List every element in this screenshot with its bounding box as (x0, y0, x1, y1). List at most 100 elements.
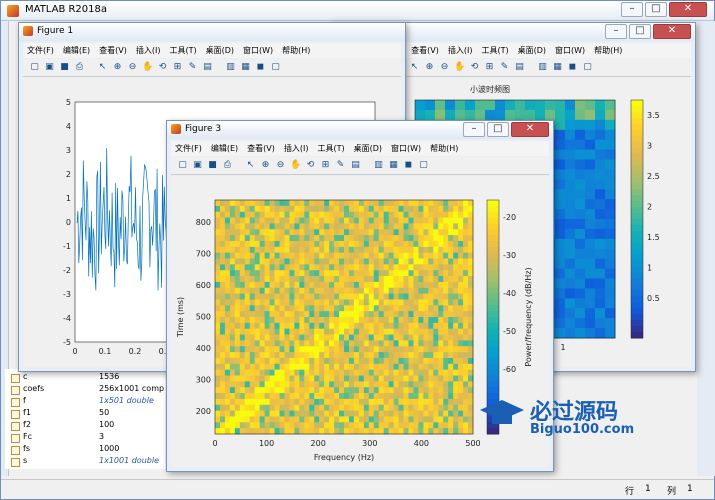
fig3-close-button[interactable]: ✕ (511, 122, 549, 137)
spectrogram-cell (378, 200, 385, 207)
rotate-icon[interactable]: ⟲ (305, 160, 316, 171)
save-icon[interactable]: ■ (59, 62, 70, 73)
link-icon[interactable]: ▤ (514, 62, 525, 73)
spectrogram-cell (448, 393, 454, 400)
fig1-ytick: -3 (63, 290, 71, 299)
link-icon[interactable]: ▤ (202, 62, 213, 73)
brush-icon[interactable]: ✎ (187, 62, 198, 73)
menu-item-2[interactable]: 查看(V) (411, 43, 439, 58)
menu-item-4[interactable]: 工具(T) (481, 43, 508, 58)
rotate-icon[interactable]: ⟲ (157, 62, 168, 73)
workspace-row[interactable]: s 1x1001 double (5, 456, 165, 469)
legend-icon[interactable]: ▦ (552, 62, 563, 73)
legend-icon[interactable]: ▦ (240, 62, 251, 73)
fig3-maximize-button[interactable]: □ (487, 122, 509, 137)
wavelet-cell (565, 209, 576, 220)
colorbar-icon[interactable]: ▥ (373, 160, 384, 171)
menu-item-2[interactable]: 查看(V) (99, 43, 127, 58)
save-icon[interactable]: ■ (207, 160, 218, 171)
menu-item-5[interactable]: 桌面(D) (518, 43, 546, 58)
menu-item-6[interactable]: 窗口(W) (555, 43, 585, 58)
menu-item-1[interactable]: 编辑(E) (211, 141, 238, 156)
menu-item-4[interactable]: 工具(T) (317, 141, 344, 156)
spectrogram-cell (339, 346, 345, 353)
pointer-icon[interactable]: ↖ (245, 160, 256, 171)
print-icon[interactable]: ⎙ (74, 62, 85, 73)
spectrogram-cell (259, 276, 266, 283)
hide-icon[interactable]: ◼ (255, 62, 266, 73)
legend-icon[interactable]: ▦ (388, 160, 399, 171)
menu-item-6[interactable]: 窗口(W) (243, 43, 273, 58)
open-icon[interactable]: ▣ (192, 160, 203, 171)
zoom-out-icon[interactable]: ⊖ (127, 62, 138, 73)
dock-icon[interactable]: ▢ (582, 62, 593, 73)
menu-item-5[interactable]: 桌面(D) (206, 43, 234, 58)
close-button[interactable]: ✕ (669, 2, 707, 17)
fig2-minimize-button[interactable]: – (605, 24, 627, 39)
menu-item-7[interactable]: 帮助(H) (282, 43, 310, 58)
spectrogram-cell (373, 317, 380, 324)
datacursor-icon[interactable]: ⊞ (320, 160, 331, 171)
colorbar-icon[interactable]: ▥ (537, 62, 548, 73)
colorbar-icon[interactable]: ▥ (225, 62, 236, 73)
menu-item-0[interactable]: 文件(F) (27, 43, 54, 58)
menu-item-3[interactable]: 插入(I) (448, 43, 473, 58)
zoom-in-icon[interactable]: ⊕ (112, 62, 123, 73)
menu-item-6[interactable]: 窗口(W) (391, 141, 421, 156)
brush-icon[interactable]: ✎ (499, 62, 510, 73)
pointer-icon[interactable]: ↖ (409, 62, 420, 73)
spectrogram-cell (408, 240, 414, 248)
hide-icon[interactable]: ◼ (567, 62, 578, 73)
spectrogram-cell (403, 317, 409, 324)
menu-item-3[interactable]: 插入(I) (284, 141, 309, 156)
menu-item-7[interactable]: 帮助(H) (594, 43, 622, 58)
menu-item-5[interactable]: 桌面(D) (354, 141, 382, 156)
pan-icon[interactable]: ✋ (454, 62, 465, 73)
fig2-maximize-button[interactable]: □ (629, 24, 651, 39)
zoom-in-icon[interactable]: ⊕ (260, 160, 271, 171)
zoom-out-icon[interactable]: ⊖ (439, 62, 450, 73)
datacursor-icon[interactable]: ⊞ (484, 62, 495, 73)
spectrogram-cell (403, 281, 409, 289)
spectrogram-cell (443, 281, 449, 289)
pan-icon[interactable]: ✋ (142, 62, 153, 73)
spectrogram-cell (463, 258, 469, 265)
fig3-minimize-button[interactable]: – (463, 122, 485, 137)
brush-icon[interactable]: ✎ (335, 160, 346, 171)
spectrogram-cell (314, 428, 320, 435)
menu-item-3[interactable]: 插入(I) (136, 43, 161, 58)
dock-icon[interactable]: ▢ (418, 160, 429, 171)
spectrogram-cell (443, 428, 449, 435)
zoom-out-icon[interactable]: ⊖ (275, 160, 286, 171)
menu-item-2[interactable]: 查看(V) (247, 141, 275, 156)
spectrogram-cell (215, 387, 221, 394)
datacursor-icon[interactable]: ⊞ (172, 62, 183, 73)
spectrogram-cell (408, 363, 414, 371)
workspace-panel[interactable]: c 1536 coefs 256x1001 comp f 1x501 double f1 50… (5, 369, 165, 469)
link-icon[interactable]: ▤ (350, 160, 361, 171)
spectrogram-cell (353, 299, 360, 306)
new-icon[interactable]: ▢ (177, 160, 188, 171)
spectrogram-cell (264, 229, 270, 236)
new-icon[interactable]: ▢ (29, 62, 40, 73)
pan-icon[interactable]: ✋ (290, 160, 301, 171)
hide-icon[interactable]: ◼ (403, 160, 414, 171)
menu-item-4[interactable]: 工具(T) (169, 43, 196, 58)
print-icon[interactable]: ⎙ (222, 160, 233, 171)
menu-item-1[interactable]: 编辑(E) (63, 43, 90, 58)
menu-item-7[interactable]: 帮助(H) (430, 141, 458, 156)
rotate-icon[interactable]: ⟲ (469, 62, 480, 73)
menu-item-0[interactable]: 文件(F) (175, 141, 202, 156)
fig2-close-button[interactable]: ✕ (653, 24, 691, 39)
spectrogram-cell (249, 281, 256, 289)
spectrogram-cell (249, 217, 256, 224)
open-icon[interactable]: ▣ (44, 62, 55, 73)
spectrogram-cell (378, 264, 385, 271)
zoom-in-icon[interactable]: ⊕ (424, 62, 435, 73)
dock-icon[interactable]: ▢ (270, 62, 281, 73)
minimize-button[interactable]: – (621, 2, 643, 17)
maximize-button[interactable]: □ (645, 2, 667, 17)
pointer-icon[interactable]: ↖ (97, 62, 108, 73)
fig3-ytick: 200 (196, 407, 211, 416)
spectrogram-cell (314, 340, 320, 347)
